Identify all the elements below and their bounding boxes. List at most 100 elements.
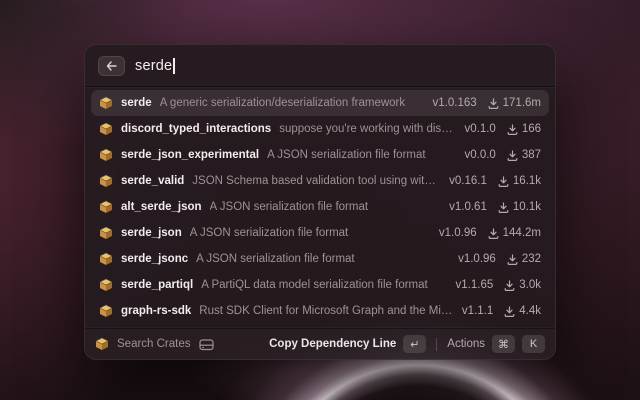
download-stat: 16.1k bbox=[498, 175, 541, 187]
crate-row[interactable]: serde_valid JSON Schema based validation… bbox=[91, 168, 549, 194]
download-count: 10.1k bbox=[513, 201, 541, 213]
crate-version: v1.1.65 bbox=[456, 279, 494, 291]
download-stat: 4.4k bbox=[504, 305, 541, 317]
crate-icon bbox=[99, 200, 113, 214]
download-icon bbox=[504, 280, 515, 291]
back-arrow-icon bbox=[106, 61, 117, 71]
download-count: 387 bbox=[522, 149, 541, 161]
source-label: Search Crates bbox=[117, 338, 191, 350]
crate-icon bbox=[99, 96, 113, 110]
download-count: 3.0k bbox=[519, 279, 541, 291]
download-icon bbox=[488, 228, 499, 239]
crate-meta: v0.0.0 387 bbox=[464, 149, 541, 161]
k-keycap[interactable]: K bbox=[522, 335, 545, 353]
crate-name: alt_serde_json bbox=[121, 201, 202, 213]
crate-icon bbox=[99, 304, 113, 318]
crate-version: v1.1.1 bbox=[462, 305, 493, 317]
crate-meta: v1.0.96 144.2m bbox=[439, 227, 541, 239]
download-stat: 232 bbox=[507, 253, 541, 265]
download-count: 4.4k bbox=[519, 305, 541, 317]
download-icon bbox=[488, 98, 499, 109]
crate-icon bbox=[99, 122, 113, 136]
download-stat: 387 bbox=[507, 149, 541, 161]
search-query-text: serde bbox=[135, 58, 172, 74]
crate-description: A generic serialization/deserialization … bbox=[160, 97, 425, 109]
text-caret bbox=[173, 58, 175, 74]
crate-name: serde bbox=[121, 97, 152, 109]
crate-name: serde_jsonc bbox=[121, 253, 188, 265]
command-keycap[interactable]: ⌘ bbox=[492, 335, 515, 353]
crate-version: v0.0.0 bbox=[464, 149, 495, 161]
search-input[interactable]: serde bbox=[135, 58, 542, 74]
crate-version: v1.0.96 bbox=[439, 227, 477, 239]
crate-row[interactable]: graph-rs-sdk Rust SDK Client for Microso… bbox=[91, 298, 549, 324]
download-count: 166 bbox=[522, 123, 541, 135]
launcher-window: serde serde A generic serialization/dese… bbox=[84, 44, 556, 360]
crate-icon bbox=[99, 252, 113, 266]
primary-action-label[interactable]: Copy Dependency Line bbox=[269, 338, 396, 350]
crate-description: A JSON serialization file format bbox=[210, 201, 442, 213]
crate-description: suppose you're working with discord slas… bbox=[279, 123, 456, 135]
download-icon bbox=[507, 150, 518, 161]
download-stat: 10.1k bbox=[498, 201, 541, 213]
crate-description: A PartiQL data model serialization file … bbox=[201, 279, 447, 291]
crate-description: A JSON serialization file format bbox=[190, 227, 431, 239]
download-icon bbox=[498, 176, 509, 187]
crate-version: v1.0.61 bbox=[449, 201, 487, 213]
download-stat: 144.2m bbox=[488, 227, 541, 239]
crate-name: serde_partiql bbox=[121, 279, 193, 291]
crate-icon bbox=[99, 174, 113, 188]
crate-name: serde_json_experimental bbox=[121, 149, 259, 161]
crate-description: JSON Schema based validation tool using … bbox=[192, 175, 441, 187]
download-stat: 171.6m bbox=[488, 97, 541, 109]
crate-row[interactable]: serde_json A JSON serialization file for… bbox=[91, 220, 549, 246]
crate-name: serde_valid bbox=[121, 175, 184, 187]
download-icon bbox=[504, 306, 515, 317]
crate-meta: v1.1.65 3.0k bbox=[456, 279, 541, 291]
crate-row[interactable]: serde_jsonc A JSON serialization file fo… bbox=[91, 246, 549, 272]
download-stat: 166 bbox=[507, 123, 541, 135]
crate-row[interactable]: serde_json_experimental A JSON serializa… bbox=[91, 142, 549, 168]
back-button[interactable] bbox=[98, 56, 125, 76]
search-bar: serde bbox=[85, 45, 555, 86]
crate-meta: v0.16.1 16.1k bbox=[449, 175, 541, 187]
crate-meta: v1.0.96 232 bbox=[458, 253, 541, 265]
crate-description: A JSON serialization file format bbox=[267, 149, 456, 161]
download-icon bbox=[498, 202, 509, 213]
results-list: serde A generic serialization/deserializ… bbox=[85, 87, 555, 328]
download-count: 232 bbox=[522, 253, 541, 265]
drive-icon bbox=[199, 338, 214, 351]
crate-version: v0.1.0 bbox=[464, 123, 495, 135]
download-count: 144.2m bbox=[503, 227, 541, 239]
crate-name: graph-rs-sdk bbox=[121, 305, 191, 317]
download-icon bbox=[507, 124, 518, 135]
footer-actions: Copy Dependency Line ↵ Actions ⌘ K bbox=[269, 335, 545, 353]
crate-row[interactable]: serde A generic serialization/deserializ… bbox=[91, 90, 549, 116]
download-stat: 3.0k bbox=[504, 279, 541, 291]
download-count: 16.1k bbox=[513, 175, 541, 187]
crates-cube-icon bbox=[95, 337, 109, 351]
crate-icon bbox=[99, 148, 113, 162]
crate-description: A JSON serialization file format bbox=[196, 253, 450, 265]
crate-icon bbox=[99, 226, 113, 240]
footer-bar: Search Crates Copy Dependency Line ↵ Act… bbox=[85, 328, 555, 359]
crate-meta: v1.1.1 4.4k bbox=[462, 305, 541, 317]
crate-row[interactable]: discord_typed_interactions suppose you'r… bbox=[91, 116, 549, 142]
crate-row[interactable]: serde_partiql A PartiQL data model seria… bbox=[91, 272, 549, 298]
footer-divider bbox=[436, 338, 437, 351]
crate-icon bbox=[99, 278, 113, 292]
crate-name: serde_json bbox=[121, 227, 182, 239]
crate-row[interactable]: alt_serde_json A JSON serialization file… bbox=[91, 194, 549, 220]
return-keycap[interactable]: ↵ bbox=[403, 335, 426, 353]
crate-name: discord_typed_interactions bbox=[121, 123, 271, 135]
crate-version: v1.0.96 bbox=[458, 253, 496, 265]
crate-meta: v0.1.0 166 bbox=[464, 123, 541, 135]
crate-version: v0.16.1 bbox=[449, 175, 487, 187]
crate-meta: v1.0.163 171.6m bbox=[433, 97, 541, 109]
crate-version: v1.0.163 bbox=[433, 97, 477, 109]
download-count: 171.6m bbox=[503, 97, 541, 109]
crate-description: Rust SDK Client for Microsoft Graph and … bbox=[199, 305, 454, 317]
download-icon bbox=[507, 254, 518, 265]
crate-meta: v1.0.61 10.1k bbox=[449, 201, 541, 213]
actions-menu-label[interactable]: Actions bbox=[447, 338, 485, 350]
